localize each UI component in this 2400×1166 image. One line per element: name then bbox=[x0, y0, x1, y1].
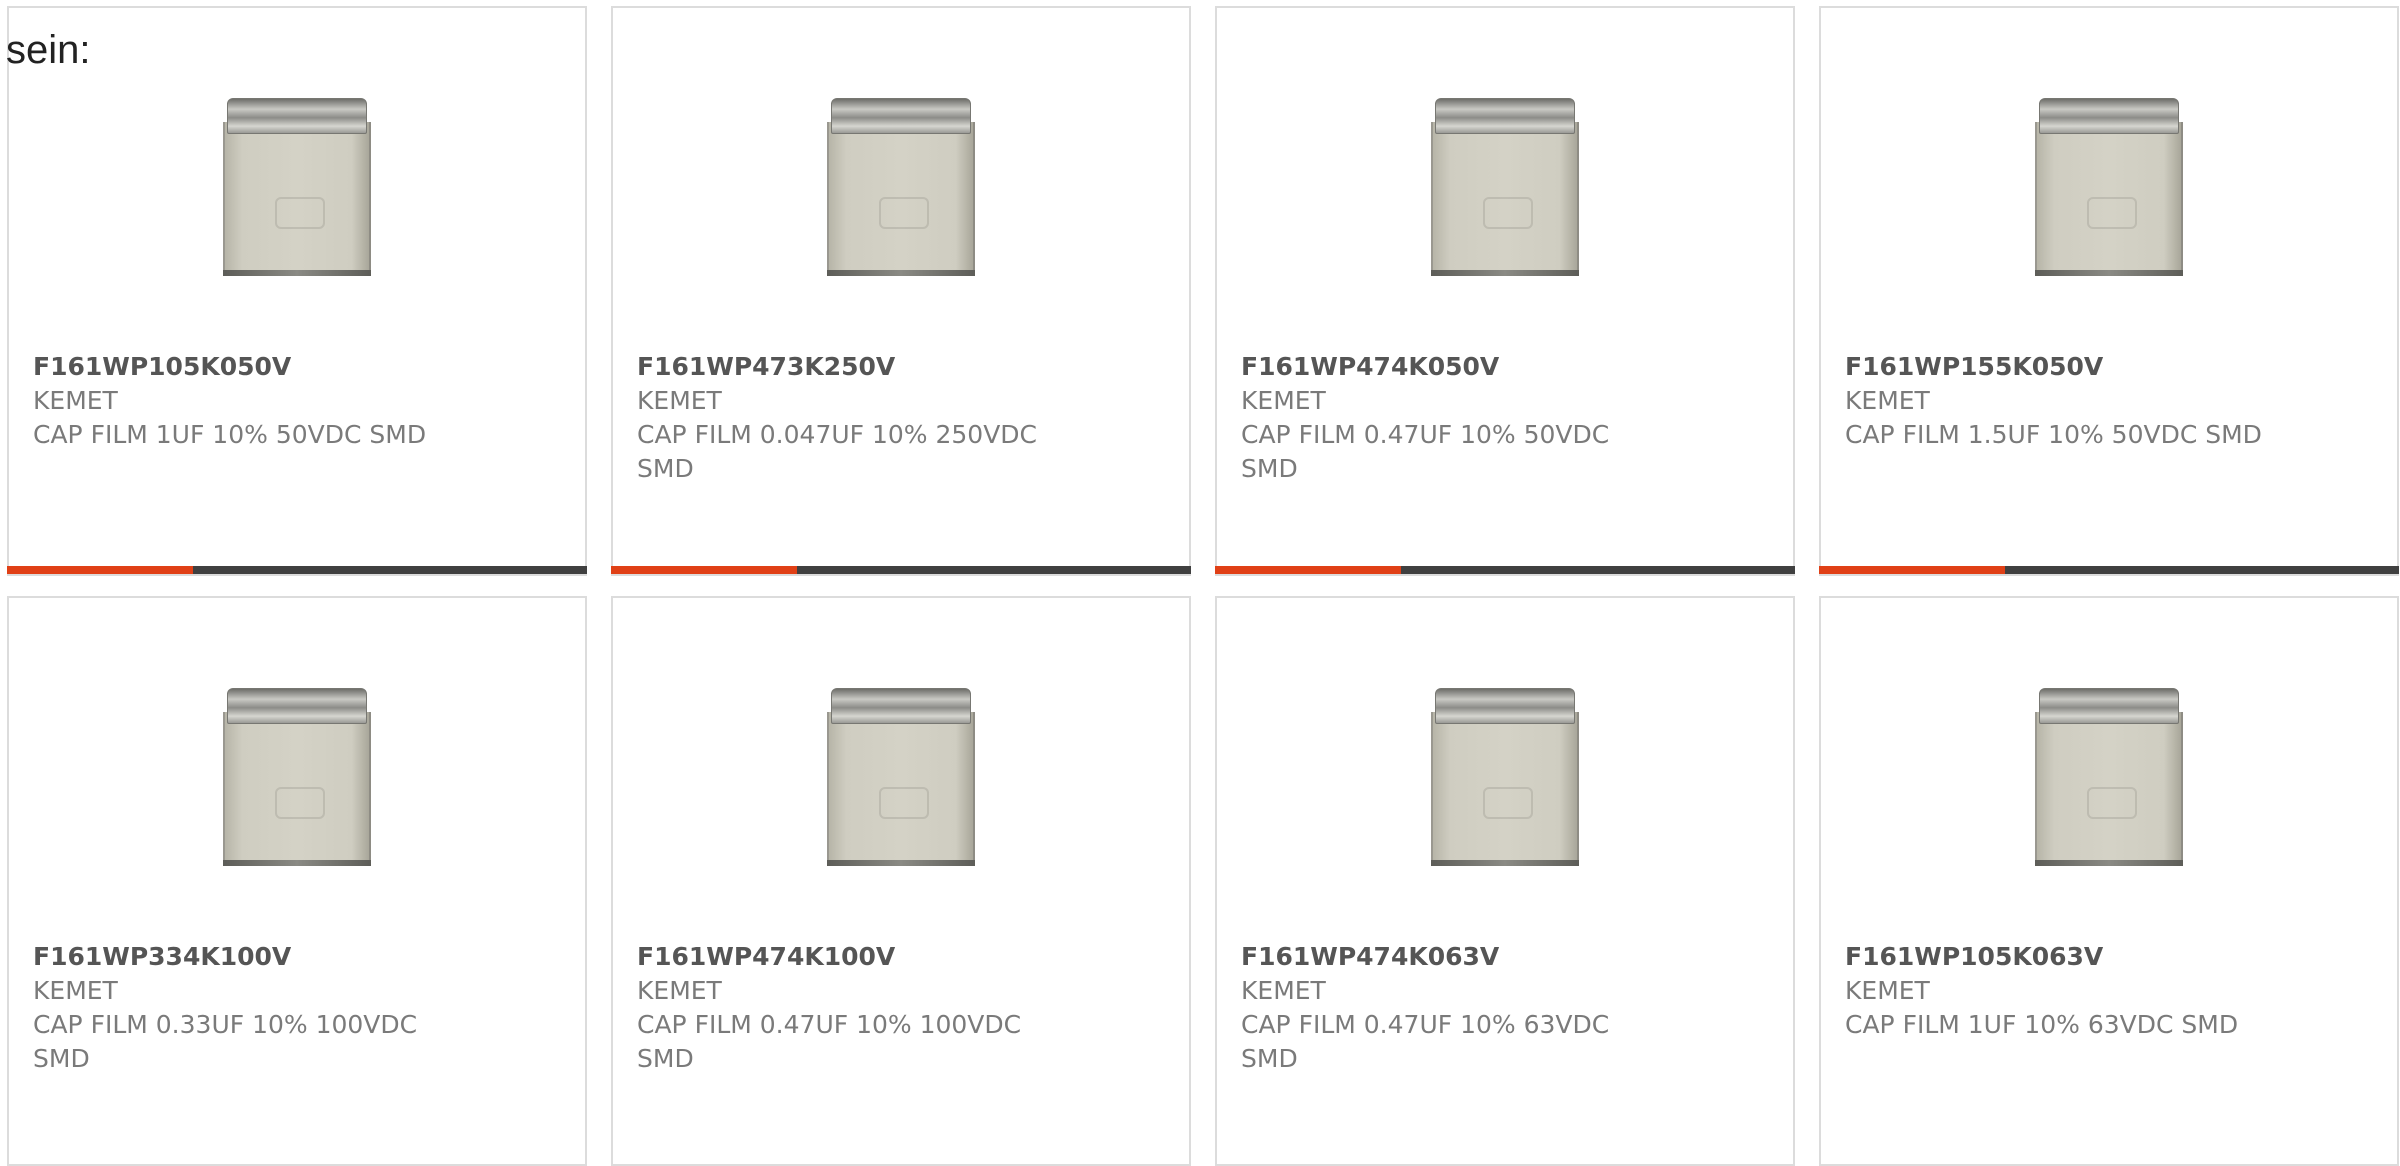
part-number-link[interactable]: F161WP474K063V bbox=[1241, 940, 1769, 974]
manufacturer-label: KEMET bbox=[1241, 976, 1326, 1005]
progress-bar bbox=[7, 566, 587, 574]
manufacturer-label: KEMET bbox=[33, 386, 118, 415]
manufacturer-label: KEMET bbox=[1241, 386, 1326, 415]
progress-bar-fill bbox=[1215, 566, 1401, 574]
progress-bar-fill bbox=[611, 566, 797, 574]
part-number-link[interactable]: F161WP155K050V bbox=[1845, 350, 2373, 384]
part-number-link[interactable]: F161WP334K100V bbox=[33, 940, 561, 974]
part-number-link[interactable]: F161WP474K050V bbox=[1241, 350, 1769, 384]
product-card[interactable]: F161WP474K063V KEMET CAP FILM 0.47UF 10%… bbox=[1215, 596, 1795, 1166]
product-image[interactable] bbox=[199, 678, 395, 874]
product-card[interactable]: F161WP474K100V KEMET CAP FILM 0.47UF 10%… bbox=[611, 596, 1191, 1166]
film-capacitor-image bbox=[223, 688, 371, 866]
product-card[interactable]: F161WP155K050V KEMET CAP FILM 1.5UF 10% … bbox=[1819, 6, 2399, 576]
description-text: CAP FILM 0.33UF 10% 100VDC SMD bbox=[33, 1010, 418, 1073]
part-number-link[interactable]: F161WP473K250V bbox=[637, 350, 1165, 384]
progress-bar bbox=[1819, 566, 2399, 574]
description-text: CAP FILM 1.5UF 10% 50VDC SMD bbox=[1845, 420, 2262, 449]
product-card[interactable]: F161WP473K250V KEMET CAP FILM 0.047UF 10… bbox=[611, 6, 1191, 576]
manufacturer-label: KEMET bbox=[33, 976, 118, 1005]
product-image[interactable] bbox=[1407, 678, 1603, 874]
film-capacitor-image bbox=[827, 688, 975, 866]
intro-text: sein: bbox=[6, 28, 91, 72]
manufacturer-label: KEMET bbox=[1845, 386, 1930, 415]
film-capacitor-image bbox=[827, 98, 975, 276]
product-image[interactable] bbox=[1407, 88, 1603, 284]
manufacturer-label: KEMET bbox=[637, 976, 722, 1005]
description-text: CAP FILM 1UF 10% 50VDC SMD bbox=[33, 420, 427, 449]
description-text: CAP FILM 0.47UF 10% 50VDC SMD bbox=[1241, 420, 1610, 483]
film-capacitor-image bbox=[1431, 688, 1579, 866]
part-number-link[interactable]: F161WP105K063V bbox=[1845, 940, 2373, 974]
product-card[interactable]: F161WP474K050V KEMET CAP FILM 0.47UF 10%… bbox=[1215, 6, 1795, 576]
product-image[interactable] bbox=[2011, 678, 2207, 874]
product-card[interactable]: F161WP334K100V KEMET CAP FILM 0.33UF 10%… bbox=[7, 596, 587, 1166]
description-text: CAP FILM 0.47UF 10% 100VDC SMD bbox=[637, 1010, 1022, 1073]
progress-bar bbox=[1215, 566, 1795, 574]
progress-bar-fill bbox=[7, 566, 193, 574]
part-number-link[interactable]: F161WP474K100V bbox=[637, 940, 1165, 974]
progress-bar bbox=[611, 566, 1191, 574]
product-image[interactable] bbox=[803, 88, 999, 284]
description-text: CAP FILM 0.47UF 10% 63VDC SMD bbox=[1241, 1010, 1610, 1073]
product-image[interactable] bbox=[199, 88, 395, 284]
progress-bar-fill bbox=[1819, 566, 2005, 574]
product-image[interactable] bbox=[803, 678, 999, 874]
product-card[interactable]: F161WP105K063V KEMET CAP FILM 1UF 10% 63… bbox=[1819, 596, 2399, 1166]
film-capacitor-image bbox=[2035, 98, 2183, 276]
description-text: CAP FILM 1UF 10% 63VDC SMD bbox=[1845, 1010, 2239, 1039]
description-text: CAP FILM 0.047UF 10% 250VDC SMD bbox=[637, 420, 1038, 483]
manufacturer-label: KEMET bbox=[1845, 976, 1930, 1005]
film-capacitor-image bbox=[223, 98, 371, 276]
product-grid: F161WP105K050V KEMET CAP FILM 1UF 10% 50… bbox=[7, 6, 2399, 1166]
manufacturer-label: KEMET bbox=[637, 386, 722, 415]
part-number-link[interactable]: F161WP105K050V bbox=[33, 350, 561, 384]
product-card[interactable]: F161WP105K050V KEMET CAP FILM 1UF 10% 50… bbox=[7, 6, 587, 576]
product-image[interactable] bbox=[2011, 88, 2207, 284]
film-capacitor-image bbox=[2035, 688, 2183, 866]
film-capacitor-image bbox=[1431, 98, 1579, 276]
